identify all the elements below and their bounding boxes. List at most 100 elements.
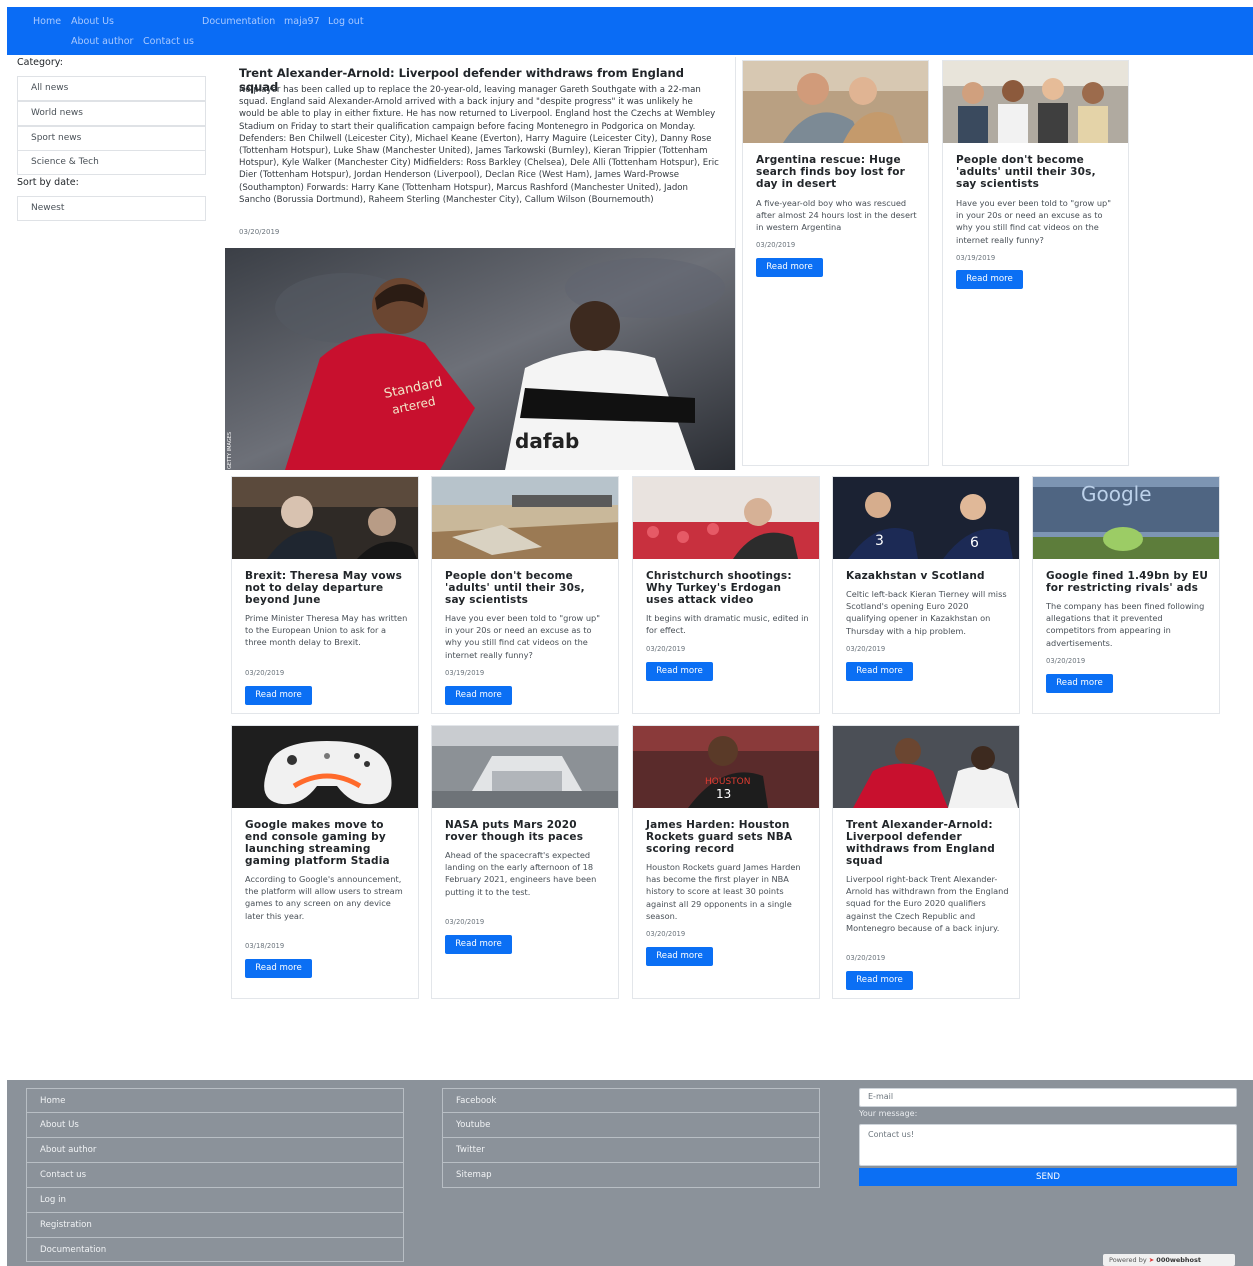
card-title[interactable]: Google makes move to end console gaming …: [245, 819, 408, 867]
footer-link-log-in[interactable]: Log in: [26, 1188, 404, 1213]
category-world-news[interactable]: World news: [17, 101, 206, 126]
card-title[interactable]: People don't become 'adults' until their…: [445, 570, 608, 606]
card-title[interactable]: NASA puts Mars 2020 rover though its pac…: [445, 819, 608, 843]
featured-date: 03/20/2019: [239, 228, 280, 236]
message-label: Your message:: [859, 1109, 918, 1118]
card-title[interactable]: Trent Alexander-Arnold: Liverpool defend…: [846, 819, 1009, 867]
read-more-button[interactable]: Read more: [245, 959, 312, 978]
card-title[interactable]: Brexit: Theresa May vows not to delay de…: [245, 570, 408, 606]
card-image[interactable]: [432, 726, 618, 808]
send-button[interactable]: SEND: [859, 1168, 1237, 1186]
card-date: 03/20/2019: [445, 918, 485, 926]
footer-link-sitemap[interactable]: Sitemap: [442, 1163, 820, 1188]
footer-link-about-author[interactable]: About author: [26, 1138, 404, 1163]
sort-newest-option[interactable]: Newest: [17, 196, 206, 221]
read-more-button[interactable]: Read more: [646, 947, 713, 966]
footer-link-registration[interactable]: Registration: [26, 1213, 404, 1238]
card-image[interactable]: [943, 61, 1128, 143]
news-card: Brexit: Theresa May vows not to delay de…: [231, 476, 419, 714]
card-date: 03/20/2019: [846, 645, 886, 653]
read-more-button[interactable]: Read more: [1046, 674, 1113, 693]
jersey-number-text: 6: [970, 535, 979, 551]
footer-link-contact-us[interactable]: Contact us: [26, 1163, 404, 1188]
card-title[interactable]: People don't become 'adults' until their…: [956, 154, 1118, 190]
nav-documentation-link[interactable]: Documentation: [202, 16, 275, 27]
news-card: 36 Kazakhstan v Scotland Celtic left-bac…: [832, 476, 1020, 714]
card-title[interactable]: Christchurch shootings: Why Turkey's Erd…: [646, 570, 809, 606]
card-date: 03/20/2019: [646, 930, 686, 938]
card-image[interactable]: Google: [1033, 477, 1219, 559]
read-more-button[interactable]: Read more: [846, 971, 913, 990]
host-name-text: 000webhost: [1156, 1256, 1202, 1264]
read-more-button[interactable]: Read more: [956, 270, 1023, 289]
card-text: Liverpool right-back Trent Alexander-Arn…: [846, 874, 1009, 933]
card-image[interactable]: [633, 477, 819, 559]
card-title[interactable]: Argentina rescue: Huge search finds boy …: [756, 154, 918, 190]
message-textarea[interactable]: Contact us!: [859, 1124, 1237, 1166]
card-text: A five-year-old boy who was rescued afte…: [756, 198, 917, 233]
powered-by-badge[interactable]: Powered by ➤ 000webhost: [1103, 1254, 1235, 1266]
featured-image-credit: GETTY IMAGES: [227, 432, 233, 469]
footer-link-twitter[interactable]: Twitter: [442, 1138, 820, 1163]
news-card: NASA puts Mars 2020 rover though its pac…: [431, 725, 619, 999]
card-image[interactable]: [833, 726, 1019, 808]
news-card: Trent Alexander-Arnold: Liverpool defend…: [832, 725, 1020, 999]
news-card: Argentina rescue: Huge search finds boy …: [742, 60, 929, 466]
footer-link-documentation[interactable]: Documentation: [26, 1238, 404, 1262]
card-text: Prime Minister Theresa May has written t…: [245, 613, 408, 648]
card-image[interactable]: [232, 726, 418, 808]
card-title[interactable]: James Harden: Houston Rockets guard sets…: [646, 819, 809, 855]
card-text: The company has been fined following all…: [1046, 601, 1205, 648]
card-text: According to Google's announcement, the …: [245, 874, 403, 921]
nav-home-link[interactable]: Home: [33, 16, 61, 27]
google-sign-text: Google: [1081, 482, 1152, 506]
card-image[interactable]: 36: [833, 477, 1019, 559]
card-image[interactable]: HOUSTON 13: [633, 726, 819, 808]
card-title[interactable]: Google fined 1.49bn by EU for restrictin…: [1046, 570, 1209, 594]
read-more-button[interactable]: Read more: [646, 662, 713, 681]
category-sport-news[interactable]: Sport news: [17, 126, 206, 151]
card-text: Have you ever been told to "grow up" in …: [445, 613, 600, 660]
read-more-button[interactable]: Read more: [445, 935, 512, 954]
card-text: Houston Rockets guard James Harden has b…: [646, 862, 801, 921]
read-more-button[interactable]: Read more: [756, 258, 823, 277]
card-title[interactable]: Kazakhstan v Scotland: [846, 570, 1009, 582]
nav-logout-link[interactable]: Log out: [328, 16, 364, 27]
card-date: 03/20/2019: [846, 954, 886, 962]
card-text: Celtic left-back Kieran Tierney will mis…: [846, 589, 1007, 636]
news-card: HOUSTON 13 James Harden: Houston Rockets …: [632, 725, 820, 999]
nav-user-link[interactable]: maja97: [284, 16, 320, 27]
email-input[interactable]: E-mail: [859, 1088, 1237, 1107]
category-label: Category:: [17, 57, 63, 68]
read-more-button[interactable]: Read more: [445, 686, 512, 705]
read-more-button[interactable]: Read more: [245, 686, 312, 705]
nav-about-author-link[interactable]: About author: [71, 36, 133, 47]
card-date: 03/20/2019: [756, 241, 796, 249]
jersey-text: HOUSTON: [705, 777, 750, 787]
jersey-number-text: 13: [716, 787, 731, 801]
category-all-news[interactable]: All news: [17, 76, 206, 101]
nav-contact-us-link[interactable]: Contact us: [143, 36, 194, 47]
jersey-number-text: 3: [875, 533, 884, 549]
footer-link-about-us[interactable]: About Us: [26, 1113, 404, 1138]
card-date: 03/19/2019: [956, 254, 996, 262]
category-science-tech[interactable]: Science & Tech: [17, 150, 206, 175]
featured-image[interactable]: Standard artered dafab GETTY IMAGES: [225, 248, 735, 470]
sort-label: Sort by date:: [17, 177, 79, 188]
news-card: People don't become 'adults' until their…: [942, 60, 1129, 466]
card-image[interactable]: [743, 61, 928, 143]
svg-text:dafab: dafab: [515, 429, 579, 453]
card-date: 03/18/2019: [245, 942, 285, 950]
nav-about-us-link[interactable]: About Us: [71, 16, 114, 27]
footer-link-home[interactable]: Home: [26, 1088, 404, 1113]
featured-body: No player has been called up to replace …: [239, 85, 719, 205]
host-logo-icon: ➤: [1148, 1256, 1155, 1264]
footer-link-youtube[interactable]: Youtube: [442, 1113, 820, 1138]
card-date: 03/20/2019: [245, 669, 285, 677]
card-image[interactable]: [432, 477, 618, 559]
footer-link-facebook[interactable]: Facebook: [442, 1088, 820, 1113]
card-date: 03/20/2019: [1046, 657, 1086, 665]
read-more-button[interactable]: Read more: [846, 662, 913, 681]
card-date: 03/20/2019: [646, 645, 686, 653]
card-image[interactable]: [232, 477, 418, 559]
